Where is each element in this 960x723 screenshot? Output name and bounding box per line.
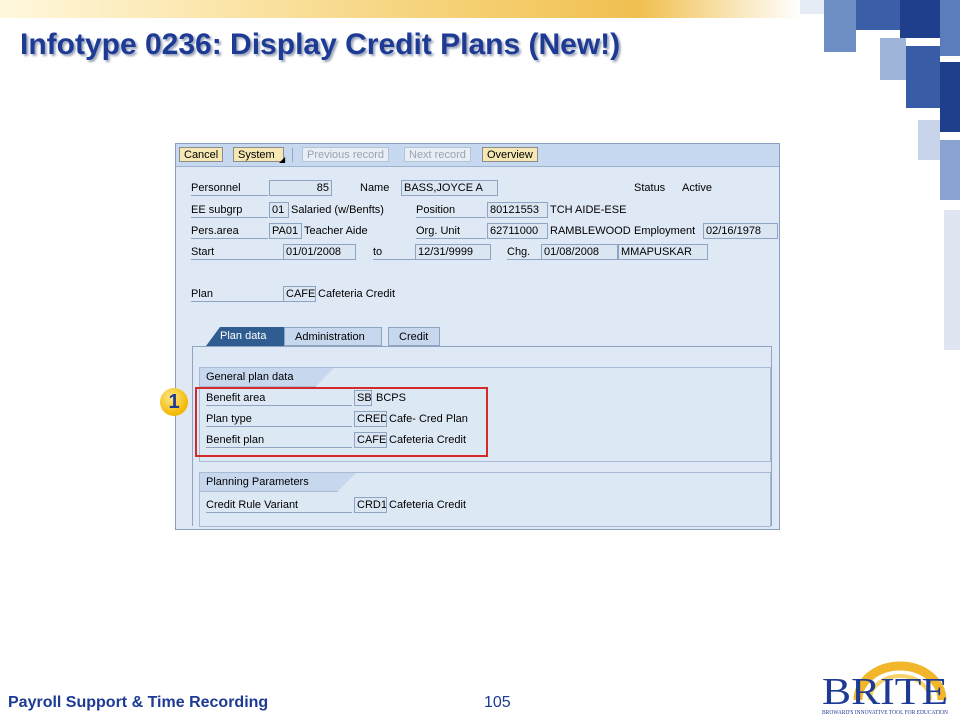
system-label: System	[238, 149, 275, 161]
position-field[interactable]: 80121553	[487, 202, 548, 218]
to-label: to	[373, 245, 415, 260]
ee-subgrp-label: EE subgrp	[191, 203, 268, 218]
name-field[interactable]: BASS,JOYCE A	[401, 180, 498, 196]
start-label: Start	[191, 245, 283, 260]
brite-logo-graphic: BRITE BROWARD'S INNOVATIVE TOOL FOR EDUC…	[822, 661, 949, 716]
tab-administration[interactable]: Administration	[284, 327, 382, 346]
end-date-field[interactable]: 12/31/9999	[415, 244, 491, 260]
sap-window: Cancel System ◢ Previous record Next rec…	[175, 143, 780, 530]
ee-subgrp-text: Salaried (w/Benfts)	[291, 204, 384, 216]
tab-credit[interactable]: Credit	[388, 327, 440, 346]
employment-label: Employment	[634, 225, 696, 237]
ee-subgrp-field[interactable]: 01	[269, 202, 289, 218]
toolbar-separator	[292, 148, 293, 162]
overview-button[interactable]: Overview	[482, 147, 538, 162]
planning-parameters-group: Planning Parameters Credit Rule Variant …	[199, 472, 771, 527]
brite-logo-tagline: BROWARD'S INNOVATIVE TOOL FOR EDUCATION	[822, 710, 949, 716]
plan-label: Plan	[191, 287, 283, 302]
sap-toolbar: Cancel System ◢ Previous record Next rec…	[176, 144, 779, 167]
previous-record-button[interactable]: Previous record	[302, 147, 390, 162]
brite-logo-text: BRITE	[822, 671, 948, 713]
status-value: Active	[682, 182, 712, 194]
cancel-button[interactable]: Cancel	[179, 147, 224, 162]
chg-label: Chg.	[507, 245, 541, 260]
status-label: Status	[634, 182, 666, 194]
credit-rule-variant-label: Credit Rule Variant	[206, 498, 352, 513]
start-date-field[interactable]: 01/01/2008	[283, 244, 356, 260]
plan-field[interactable]: CAFE	[283, 286, 316, 302]
employment-date-field[interactable]: 02/16/1978	[703, 223, 778, 239]
dropdown-arrow-icon: ◢	[279, 155, 286, 164]
brite-logo: BRITE BROWARD'S INNOVATIVE TOOL FOR EDUC…	[818, 660, 953, 718]
org-unit-field[interactable]: 62711000	[487, 223, 548, 239]
general-plan-data-title: General plan data	[200, 368, 334, 387]
tab-plan-data[interactable]: Plan data	[206, 327, 284, 346]
name-label: Name	[360, 182, 390, 194]
org-unit-text: RAMBLEWOOD	[550, 225, 631, 237]
pers-area-text: Teacher Aide	[304, 225, 368, 237]
changed-by-field[interactable]: MMAPUSKAR	[618, 244, 708, 260]
personnel-label: Personnel	[191, 181, 268, 196]
callout-number-badge: 1	[160, 388, 188, 416]
credit-rule-variant-field[interactable]: CRD1	[354, 497, 387, 513]
footer-course-title: Payroll Support & Time Recording	[8, 694, 269, 711]
planning-parameters-title: Planning Parameters	[200, 473, 356, 492]
org-unit-label: Org. Unit	[416, 224, 486, 239]
pers-area-field[interactable]: PA01	[269, 223, 302, 239]
slide-title: Infotype 0236: Display Credit Plans (New…	[20, 28, 621, 61]
position-label: Position	[416, 203, 486, 218]
next-record-button[interactable]: Next record	[404, 147, 471, 162]
page-number: 105	[484, 694, 511, 711]
pers-area-label: Pers.area	[191, 224, 268, 239]
system-menu-button[interactable]: System	[233, 147, 284, 162]
changed-date-field[interactable]: 01/08/2008	[541, 244, 618, 260]
highlight-box	[195, 387, 488, 457]
personnel-number-field[interactable]: 85	[269, 180, 332, 196]
top-gradient-bar	[0, 0, 800, 18]
position-text: TCH AIDE-ESE	[550, 204, 627, 216]
credit-rule-variant-text: Cafeteria Credit	[389, 499, 467, 511]
plan-text: Cafeteria Credit	[318, 288, 396, 300]
